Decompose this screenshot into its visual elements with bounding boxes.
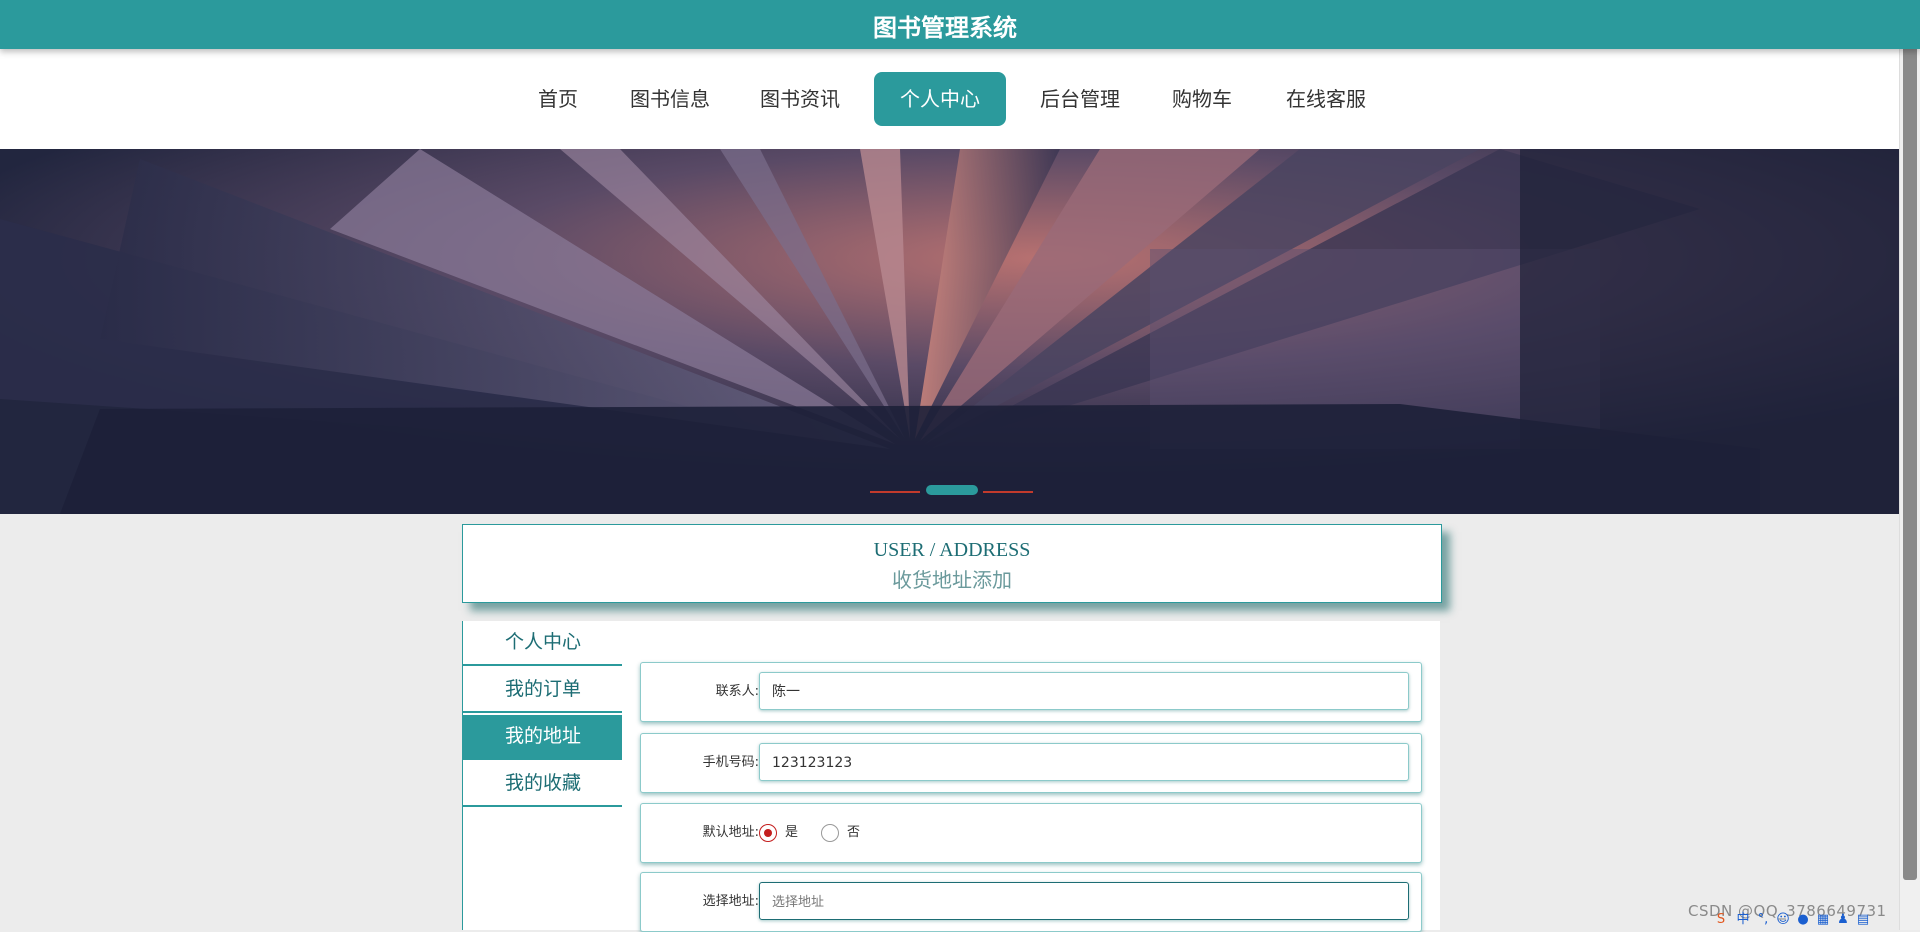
nav-home[interactable]: 首页 (522, 72, 594, 126)
nav-cart[interactable]: 购物车 (1160, 72, 1244, 126)
nav-admin[interactable]: 后台管理 (1030, 72, 1130, 126)
default-address-row: 默认地址: 是 否 (640, 803, 1422, 863)
select-address-input[interactable]: 选择地址 (759, 882, 1409, 920)
mic-icon[interactable]: ● (1796, 912, 1810, 928)
ime-toolbar: S 中 °, ☺ ● ▦ ♟ ▤ (1714, 912, 1900, 930)
address-form: 联系人: 陈一 手机号码: 123123123 默认地址: 是 否 选择地址: … (622, 621, 1440, 932)
side-item-my-favorites[interactable]: 我的收藏 (463, 762, 623, 807)
main-nav: 首页 图书信息 图书资讯 个人中心 后台管理 购物车 在线客服 (0, 49, 1900, 149)
default-no-radio[interactable] (821, 824, 839, 842)
sogou-icon[interactable]: S (1714, 912, 1728, 928)
top-bar: 图书管理系统 (0, 0, 1920, 49)
side-item-personal-center[interactable]: 个人中心 (463, 621, 623, 666)
chinese-input-icon[interactable]: 中 (1736, 912, 1750, 928)
nav-online-service[interactable]: 在线客服 (1276, 72, 1376, 126)
page-header-cn: 收货地址添加 (892, 570, 1012, 592)
phone-label: 手机号码: (702, 755, 759, 770)
page-scrollbar[interactable] (1899, 0, 1920, 930)
side-menu: 个人中心 我的订单 我的地址 我的收藏 (462, 621, 623, 930)
app-title: 图书管理系统 (873, 14, 1017, 42)
banner-carousel[interactable] (0, 149, 1900, 514)
carousel-dot-3[interactable] (983, 491, 1033, 493)
page-header-en: USER / ADDRESS (873, 539, 1031, 561)
default-yes-radio[interactable] (759, 824, 777, 842)
skin-icon[interactable]: ♟ (1836, 912, 1850, 928)
contact-row: 联系人: 陈一 (640, 662, 1422, 722)
emoji-icon[interactable]: ☺ (1776, 912, 1790, 928)
carousel-dot-2[interactable] (926, 485, 978, 495)
punctuation-icon[interactable]: °, (1756, 912, 1770, 928)
default-yes-label: 是 (785, 825, 799, 840)
nav-personal-center[interactable]: 个人中心 (874, 72, 1006, 126)
side-item-my-orders[interactable]: 我的订单 (463, 668, 623, 713)
carousel-dot-1[interactable] (870, 491, 920, 493)
phone-input[interactable]: 123123123 (759, 743, 1409, 781)
banner-image (0, 149, 1900, 514)
scrollbar-thumb[interactable] (1903, 30, 1917, 880)
side-item-my-address[interactable]: 我的地址 (463, 715, 623, 760)
default-no-label: 否 (847, 825, 861, 840)
nav-book-info[interactable]: 图书信息 (620, 72, 720, 126)
select-address-placeholder: 选择地址 (772, 895, 825, 910)
phone-row: 手机号码: 123123123 (640, 733, 1422, 793)
nav-book-news[interactable]: 图书资讯 (750, 72, 850, 126)
contact-input[interactable]: 陈一 (759, 672, 1409, 710)
toolbox-icon[interactable]: ▤ (1856, 912, 1870, 928)
page-header-card: USER / ADDRESS 收货地址添加 (462, 524, 1442, 603)
default-address-label: 默认地址: (702, 825, 759, 840)
select-address-row: 选择地址: 选择地址 (640, 872, 1422, 932)
contact-label: 联系人: (715, 684, 759, 699)
keyboard-icon[interactable]: ▦ (1816, 912, 1830, 928)
select-address-label: 选择地址: (702, 894, 759, 909)
